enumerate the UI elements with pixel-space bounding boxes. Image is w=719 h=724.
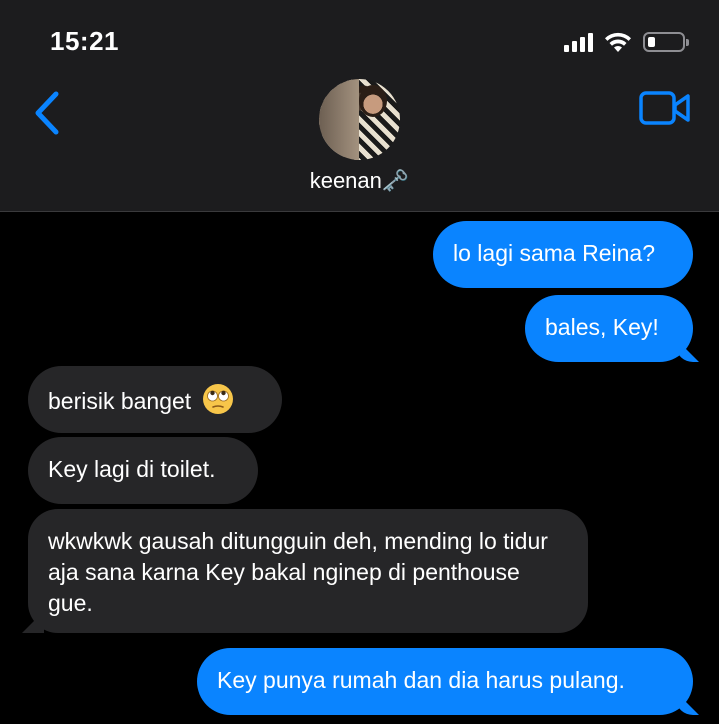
message-text: lo lagi sama Reina? — [453, 240, 656, 266]
message-bubble-incoming[interactable]: wkwkwk gausah ditungguin deh, mending lo… — [28, 509, 588, 633]
message-text: bales, Key! — [545, 314, 659, 340]
signal-icon — [564, 32, 593, 52]
message-bubble-outgoing[interactable]: bales, Key! — [525, 295, 693, 362]
back-button[interactable] — [28, 88, 68, 138]
message-text: berisik banget — [48, 388, 192, 414]
chat-header: 15:21 keenan🗝️ — [0, 0, 719, 212]
message-text: wkwkwk gausah ditungguin deh, mending lo… — [48, 528, 548, 616]
status-icons — [564, 28, 689, 56]
message-bubble-outgoing[interactable]: lo lagi sama Reina? — [433, 221, 693, 288]
message-text: Key lagi di toilet. — [48, 456, 216, 482]
battery-level — [648, 37, 655, 47]
message-bubble-incoming[interactable]: berisik banget — [28, 366, 282, 433]
message-bubble-outgoing[interactable]: Key punya rumah dan dia harus pulang. — [197, 648, 693, 715]
face-with-rolling-eyes-icon — [202, 384, 233, 414]
avatar[interactable] — [319, 79, 400, 160]
status-time: 15:21 — [50, 26, 119, 56]
contact-name[interactable]: keenan🗝️ — [0, 168, 719, 194]
wifi-icon — [605, 32, 631, 52]
battery-icon — [643, 32, 689, 52]
message-bubble-incoming[interactable]: Key lagi di toilet. — [28, 437, 258, 504]
message-text: Key punya rumah dan dia harus pulang. — [217, 667, 625, 693]
video-camera-icon[interactable] — [639, 88, 691, 128]
